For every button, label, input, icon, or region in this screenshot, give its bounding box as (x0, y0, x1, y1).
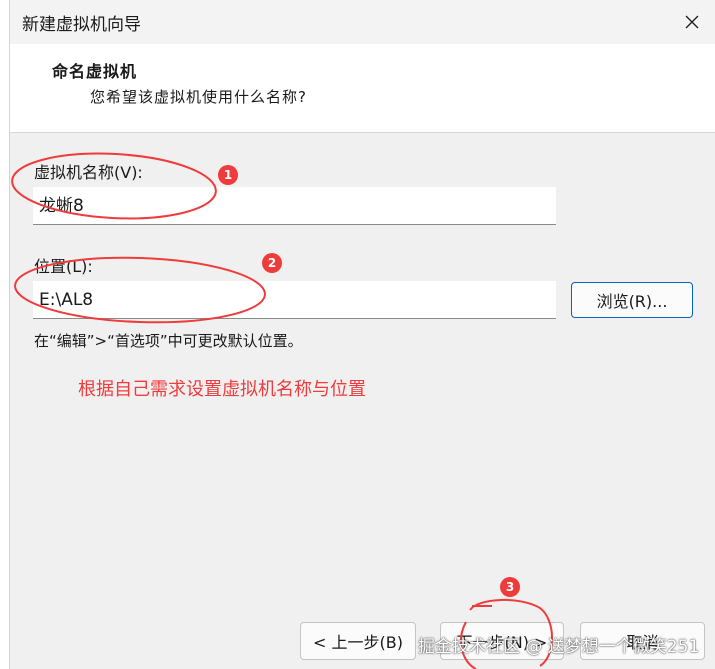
browse-button[interactable]: 浏览(R)... (571, 282, 693, 318)
window-title: 新建虚拟机向导 (22, 15, 141, 35)
location-input[interactable]: E:\AL8 (33, 281, 556, 319)
annotation-badge-1: 1 (218, 165, 238, 185)
back-button[interactable]: < 上一步(B) (300, 622, 416, 660)
title-bar: 新建虚拟机向导 (10, 0, 715, 44)
watermark: 掘金技术社区 @ 送梦想一个微笑251 (418, 637, 700, 657)
page-subtitle: 您希望该虚拟机使用什么名称? (90, 88, 307, 106)
vm-name-input[interactable]: 龙蜥8 (33, 187, 556, 225)
location-label: 位置(L): (34, 257, 93, 276)
close-icon (685, 15, 699, 29)
annotation-note: 根据自己需求设置虚拟机名称与位置 (78, 379, 366, 400)
location-hint: 在“编辑”>“首选项”中可更改默认位置。 (34, 332, 303, 350)
window-left-edge (0, 0, 10, 669)
page-title: 命名虚拟机 (52, 62, 138, 81)
wizard-header: 命名虚拟机 您希望该虚拟机使用什么名称? (10, 44, 715, 133)
annotation-badge-2: 2 (262, 253, 282, 273)
close-button[interactable] (669, 0, 715, 44)
annotation-badge-3: 3 (500, 577, 520, 597)
vm-name-label: 虚拟机名称(V): (34, 163, 143, 182)
